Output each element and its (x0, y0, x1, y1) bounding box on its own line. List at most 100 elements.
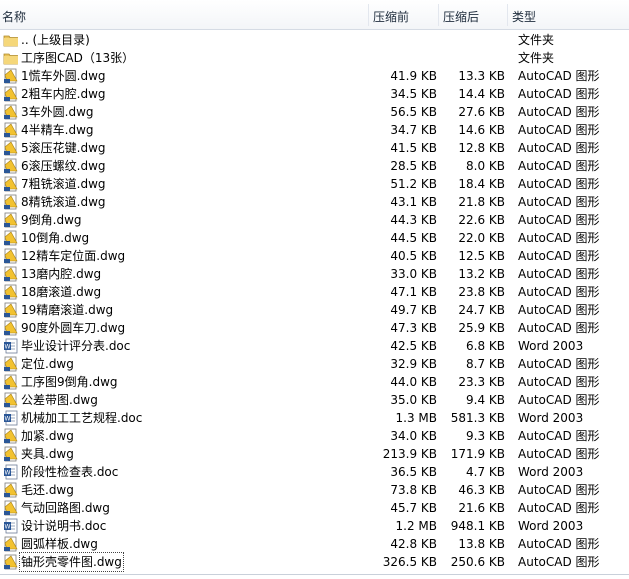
column-divider[interactable] (507, 4, 508, 26)
file-type: Word 2003 (518, 465, 584, 479)
column-header-after[interactable]: 压缩后 (443, 0, 479, 30)
file-row[interactable]: 8精铣滚道.dwg 43.1 KB 21.8 KB AutoCAD 图形 (0, 193, 629, 211)
size-before: 44.0 KB (390, 375, 437, 389)
size-after: 12.5 KB (458, 249, 505, 263)
file-type: AutoCAD 图形 (518, 321, 600, 335)
size-after: 13.2 KB (458, 267, 505, 281)
column-header-name[interactable]: 名称 (2, 0, 26, 30)
file-row[interactable]: 19精磨滚道.dwg 49.7 KB 24.7 KB AutoCAD 图形 (0, 301, 629, 319)
size-after: 18.4 KB (458, 177, 505, 191)
size-before: 40.5 KB (390, 249, 437, 263)
file-row[interactable]: W 阶段性检查表.doc 36.5 KB 4.7 KB Word 2003 (0, 463, 629, 481)
size-after: 22.6 KB (458, 213, 505, 227)
file-name: 2粗车内腔.dwg (21, 87, 106, 101)
file-row[interactable]: 公差带图.dwg 35.0 KB 9.4 KB AutoCAD 图形 (0, 391, 629, 409)
size-before: 41.9 KB (390, 69, 437, 83)
column-header-before[interactable]: 压缩前 (373, 0, 409, 30)
file-name: 6滚压螺纹.dwg (21, 159, 106, 173)
file-name: .. (上级目录) (21, 33, 90, 47)
file-row[interactable]: .. (上级目录) 文件夹 (0, 31, 629, 49)
size-after: 46.3 KB (458, 483, 505, 497)
column-divider[interactable] (368, 4, 369, 26)
file-row[interactable]: 9倒角.dwg 44.3 KB 22.6 KB AutoCAD 图形 (0, 211, 629, 229)
size-after: 13.8 KB (458, 537, 505, 551)
folder-icon (3, 50, 19, 66)
dwg-file-icon (3, 374, 19, 390)
file-row[interactable]: 工序图CAD（13张） 文件夹 (0, 49, 629, 67)
file-type: AutoCAD 图形 (518, 393, 600, 407)
file-type: AutoCAD 图形 (518, 537, 600, 551)
file-row[interactable]: 3车外圆.dwg 56.5 KB 27.6 KB AutoCAD 图形 (0, 103, 629, 121)
file-name: 19精磨滚道.dwg (21, 303, 114, 317)
file-row[interactable]: 气动回路图.dwg 45.7 KB 21.6 KB AutoCAD 图形 (0, 499, 629, 517)
file-row[interactable]: W 毕业设计评分表.doc 42.5 KB 6.8 KB Word 2003 (0, 337, 629, 355)
file-type: AutoCAD 图形 (518, 141, 600, 155)
file-row[interactable]: W 机械加工工艺规程.doc 1.3 MB 581.3 KB Word 2003 (0, 409, 629, 427)
file-name: 9倒角.dwg (21, 213, 82, 227)
file-type: Word 2003 (518, 411, 584, 425)
dwg-file-icon (3, 230, 19, 246)
file-row[interactable]: 工序图9倒角.dwg 44.0 KB 23.3 KB AutoCAD 图形 (0, 373, 629, 391)
column-header-type[interactable]: 类型 (512, 0, 536, 30)
column-divider[interactable] (438, 4, 439, 26)
file-type: AutoCAD 图形 (518, 123, 600, 137)
dwg-file-icon (3, 320, 19, 336)
dwg-file-icon (3, 122, 19, 138)
dwg-file-icon (3, 266, 19, 282)
file-type: AutoCAD 图形 (518, 483, 600, 497)
file-row[interactable]: 定位.dwg 32.9 KB 8.7 KB AutoCAD 图形 (0, 355, 629, 373)
file-row[interactable]: 毛还.dwg 73.8 KB 46.3 KB AutoCAD 图形 (0, 481, 629, 499)
file-type: AutoCAD 图形 (518, 267, 600, 281)
file-row[interactable]: 加紧.dwg 34.0 KB 9.3 KB AutoCAD 图形 (0, 427, 629, 445)
file-row[interactable]: 6滚压螺纹.dwg 28.5 KB 8.0 KB AutoCAD 图形 (0, 157, 629, 175)
file-row[interactable]: 夹具.dwg 213.9 KB 171.9 KB AutoCAD 图形 (0, 445, 629, 463)
file-type: AutoCAD 图形 (518, 375, 600, 389)
file-row[interactable]: 18磨滚道.dwg 47.1 KB 23.8 KB AutoCAD 图形 (0, 283, 629, 301)
size-before: 49.7 KB (390, 303, 437, 317)
file-type: AutoCAD 图形 (518, 357, 600, 371)
size-before: 47.1 KB (390, 285, 437, 299)
file-row[interactable]: W 设计说明书.doc 1.2 MB 948.1 KB Word 2003 (0, 517, 629, 535)
file-type: AutoCAD 图形 (518, 177, 600, 191)
size-before: 47.3 KB (390, 321, 437, 335)
size-after: 12.8 KB (458, 141, 505, 155)
file-row[interactable]: 13磨内腔.dwg 33.0 KB 13.2 KB AutoCAD 图形 (0, 265, 629, 283)
column-header-bar: 名称 压缩前 压缩后 类型 (0, 0, 629, 30)
size-before: 33.0 KB (390, 267, 437, 281)
file-name: 7粗铣滚道.dwg (21, 177, 106, 191)
file-row[interactable]: 7粗铣滚道.dwg 51.2 KB 18.4 KB AutoCAD 图形 (0, 175, 629, 193)
list-bottom-border (0, 574, 629, 575)
size-before: 43.1 KB (390, 195, 437, 209)
file-type: AutoCAD 图形 (518, 105, 600, 119)
dwg-file-icon (3, 158, 19, 174)
file-row[interactable]: 90度外圆车刀.dwg 47.3 KB 25.9 KB AutoCAD 图形 (0, 319, 629, 337)
file-row[interactable]: 10倒角.dwg 44.5 KB 22.0 KB AutoCAD 图形 (0, 229, 629, 247)
size-before: 45.7 KB (390, 501, 437, 515)
size-before: 35.0 KB (390, 393, 437, 407)
file-name: 工序图CAD（13张） (21, 51, 135, 65)
file-row[interactable]: 铀形壳零件图.dwg 326.5 KB 250.6 KB AutoCAD 图形 (0, 552, 629, 572)
file-name: 8精铣滚道.dwg (21, 195, 106, 209)
file-row[interactable]: 12精车定位面.dwg 40.5 KB 12.5 KB AutoCAD 图形 (0, 247, 629, 265)
file-row[interactable]: 4半精车.dwg 34.7 KB 14.6 KB AutoCAD 图形 (0, 121, 629, 139)
size-before: 1.2 MB (395, 519, 437, 533)
file-type: Word 2003 (518, 519, 584, 533)
file-name: 毕业设计评分表.doc (21, 339, 131, 353)
file-name: 加紧.dwg (21, 429, 74, 443)
size-before: 34.0 KB (390, 429, 437, 443)
file-row[interactable]: 圆弧样板.dwg 42.8 KB 13.8 KB AutoCAD 图形 (0, 535, 629, 553)
size-after: 22.0 KB (458, 231, 505, 245)
file-row[interactable]: 2粗车内腔.dwg 34.5 KB 14.4 KB AutoCAD 图形 (0, 85, 629, 103)
size-before: 51.2 KB (390, 177, 437, 191)
file-row[interactable]: 5滚压花键.dwg 41.5 KB 12.8 KB AutoCAD 图形 (0, 139, 629, 157)
dwg-file-icon (3, 194, 19, 210)
size-after: 21.6 KB (458, 501, 505, 515)
file-name: 圆弧样板.dwg (21, 537, 98, 551)
size-after: 171.9 KB (450, 447, 505, 461)
file-type: AutoCAD 图形 (518, 195, 600, 209)
file-row[interactable]: 1慌车外圆.dwg 41.9 KB 13.3 KB AutoCAD 图形 (0, 67, 629, 85)
dwg-file-icon (3, 392, 19, 408)
size-after: 6.8 KB (466, 339, 505, 353)
file-type: AutoCAD 图形 (518, 249, 600, 263)
dwg-file-icon (3, 248, 19, 264)
